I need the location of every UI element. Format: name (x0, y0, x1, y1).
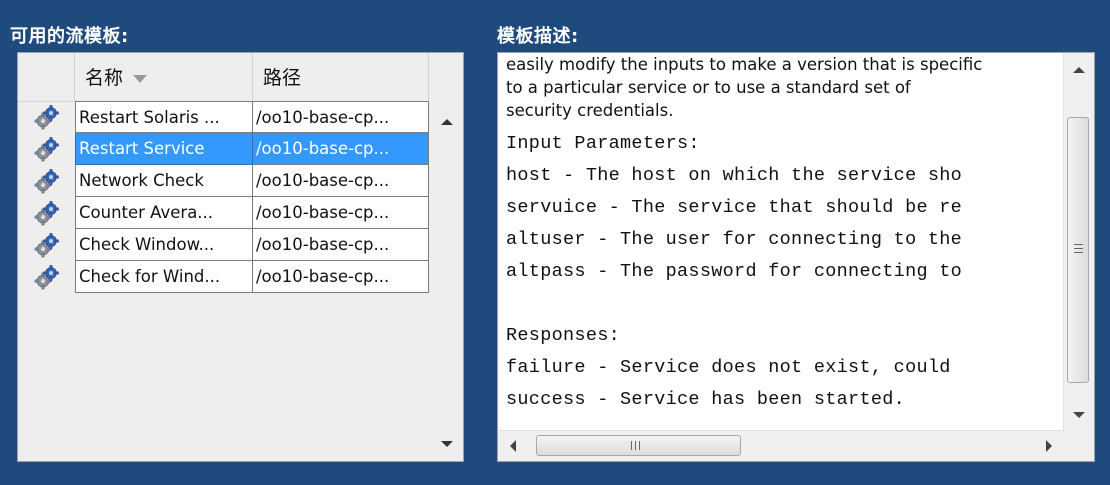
code-line: failure - Service does not exist, could (506, 357, 951, 378)
row-path-cell[interactable]: /oo10-base-cp... (253, 133, 429, 165)
template-description-title: 模板描述: (497, 26, 579, 47)
gear-icon (18, 197, 75, 229)
description-code: Input Parameters: host - The host on whic… (506, 128, 1062, 416)
scroll-right-arrow-icon[interactable] (1046, 440, 1052, 452)
scroll-down-arrow-icon[interactable] (1073, 412, 1085, 418)
description-line: easily modify the inputs to make a versi… (506, 55, 983, 74)
table-vertical-scrollbar[interactable] (429, 101, 463, 461)
description-prose: easily modify the inputs to make a versi… (506, 53, 1062, 122)
table-row[interactable]: Check for Wind.../oo10-base-cp... (18, 261, 429, 293)
scrollbar-corner (1064, 431, 1094, 461)
table-row[interactable]: Counter Avera.../oo10-base-cp... (18, 197, 429, 229)
row-path-cell[interactable]: /oo10-base-cp... (253, 261, 429, 293)
table-row[interactable]: Network Check/oo10-base-cp... (18, 165, 429, 197)
grip-line (631, 441, 632, 450)
row-path-cell[interactable]: /oo10-base-cp... (253, 197, 429, 229)
scroll-down-arrow-icon[interactable] (441, 441, 453, 447)
table-row[interactable]: Restart Solaris .../oo10-base-cp... (18, 101, 429, 133)
template-description-panel[interactable]: easily modify the inputs to make a versi… (497, 52, 1095, 462)
row-name-cell[interactable]: Restart Service (75, 133, 253, 165)
gear-icon (18, 261, 75, 293)
code-line: host - The host on which the service sho (506, 165, 963, 186)
code-line: Input Parameters: (506, 133, 700, 154)
scroll-up-arrow-icon[interactable] (1073, 67, 1085, 73)
description-line: to a particular service or to use a stan… (506, 78, 911, 97)
grip-line (1074, 248, 1083, 249)
description-line: security credentials. (506, 101, 674, 120)
table-row[interactable]: Restart Service/oo10-base-cp... (18, 133, 429, 165)
gear-icon (18, 229, 75, 261)
row-name-cell[interactable]: Check for Wind... (75, 261, 253, 293)
row-name-cell[interactable]: Check Window... (75, 229, 253, 261)
row-name-cell[interactable]: Network Check (75, 165, 253, 197)
column-header-name-label: 名称 (85, 67, 124, 89)
row-path-cell[interactable]: /oo10-base-cp... (253, 229, 429, 261)
description-text-area[interactable]: easily modify the inputs to make a versi… (506, 53, 1062, 423)
column-header-path-label: 路径 (263, 67, 302, 89)
vertical-scroll-thumb[interactable] (1067, 117, 1089, 383)
gear-icon (18, 165, 75, 197)
column-header-name[interactable]: 名称 (75, 53, 253, 101)
column-header-path[interactable]: 路径 (253, 53, 429, 101)
grip-line (1074, 244, 1083, 245)
flow-templates-table[interactable]: 名称 路径 Restart Solaris .../oo10-base-cp..… (17, 52, 464, 462)
code-line: success - Service has been started. (506, 389, 906, 410)
gear-icon (18, 101, 75, 133)
table-rows: Restart Solaris .../oo10-base-cp... Rest… (18, 101, 429, 293)
horizontal-scroll-thumb[interactable] (536, 435, 741, 456)
description-vertical-scrollbar[interactable] (1063, 53, 1094, 432)
table-header: 名称 路径 (18, 53, 429, 102)
row-name-cell[interactable]: Restart Solaris ... (75, 101, 253, 133)
column-header-icon[interactable] (18, 53, 75, 101)
row-name-cell[interactable]: Counter Avera... (75, 197, 253, 229)
sort-descending-icon (133, 74, 148, 83)
flow-templates-title: 可用的流模板: (10, 26, 129, 47)
row-path-cell[interactable]: /oo10-base-cp... (253, 101, 429, 133)
scroll-up-arrow-icon[interactable] (441, 119, 453, 125)
grip-line (635, 441, 636, 450)
code-line: Responses: (506, 325, 621, 346)
row-path-cell[interactable]: /oo10-base-cp... (253, 165, 429, 197)
code-line: altpass - The password for connecting to (506, 261, 963, 282)
description-horizontal-scrollbar[interactable] (498, 430, 1066, 461)
code-line: altuser - The user for connecting to the (506, 229, 963, 250)
gear-icon (18, 133, 75, 165)
table-row[interactable]: Check Window.../oo10-base-cp... (18, 229, 429, 261)
code-line: servuice - The service that should be re (506, 197, 963, 218)
grip-line (1074, 252, 1083, 253)
scroll-left-arrow-icon[interactable] (510, 440, 516, 452)
grip-line (639, 441, 640, 450)
